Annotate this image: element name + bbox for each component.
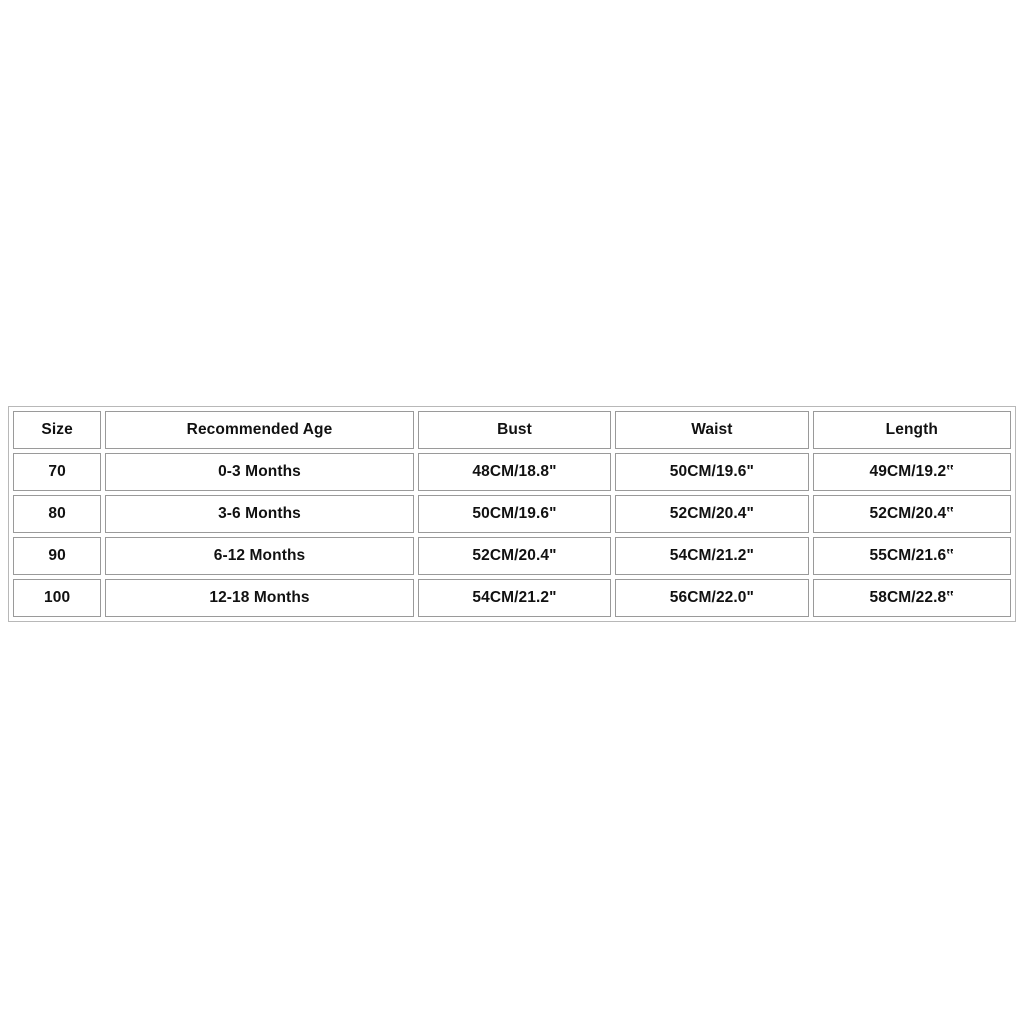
cell-length: 58CM/22.8‟ — [812, 579, 1011, 617]
cell-size: 80 — [13, 495, 102, 533]
cell-age: 0-3 Months — [105, 453, 414, 491]
cell-length: 52CM/20.4‟ — [812, 495, 1011, 533]
table-row: 80 3-6 Months 50CM/19.6" 52CM/20.4" 52CM… — [13, 495, 1011, 533]
column-header-bust: Bust — [417, 411, 612, 449]
cell-length: 49CM/19.2‟ — [812, 453, 1011, 491]
cell-waist: 50CM/19.6" — [615, 453, 809, 491]
cell-age: 6-12 Months — [105, 537, 414, 575]
size-chart-canvas: Size Recommended Age Bust Waist Length 7… — [0, 0, 1024, 1024]
cell-bust: 54CM/21.2" — [417, 579, 612, 617]
table-row: 100 12-18 Months 54CM/21.2" 56CM/22.0" 5… — [13, 579, 1011, 617]
size-chart-table: Size Recommended Age Bust Waist Length 7… — [8, 406, 1016, 622]
cell-size: 90 — [13, 537, 102, 575]
column-header-waist: Waist — [615, 411, 809, 449]
cell-size: 70 — [13, 453, 102, 491]
cell-bust: 52CM/20.4" — [417, 537, 612, 575]
cell-waist: 52CM/20.4" — [615, 495, 809, 533]
column-header-length: Length — [812, 411, 1011, 449]
cell-bust: 50CM/19.6" — [417, 495, 612, 533]
cell-length: 55CM/21.6‟ — [812, 537, 1011, 575]
column-header-age: Recommended Age — [105, 411, 414, 449]
cell-age: 3-6 Months — [105, 495, 414, 533]
cell-age: 12-18 Months — [105, 579, 414, 617]
cell-waist: 54CM/21.2" — [615, 537, 809, 575]
table-row: 90 6-12 Months 52CM/20.4" 54CM/21.2" 55C… — [13, 537, 1011, 575]
cell-waist: 56CM/22.0" — [615, 579, 809, 617]
column-header-size: Size — [13, 411, 102, 449]
cell-bust: 48CM/18.8" — [417, 453, 612, 491]
table-header-row: Size Recommended Age Bust Waist Length — [13, 411, 1011, 449]
table-row: 70 0-3 Months 48CM/18.8" 50CM/19.6" 49CM… — [13, 453, 1011, 491]
cell-size: 100 — [13, 579, 102, 617]
